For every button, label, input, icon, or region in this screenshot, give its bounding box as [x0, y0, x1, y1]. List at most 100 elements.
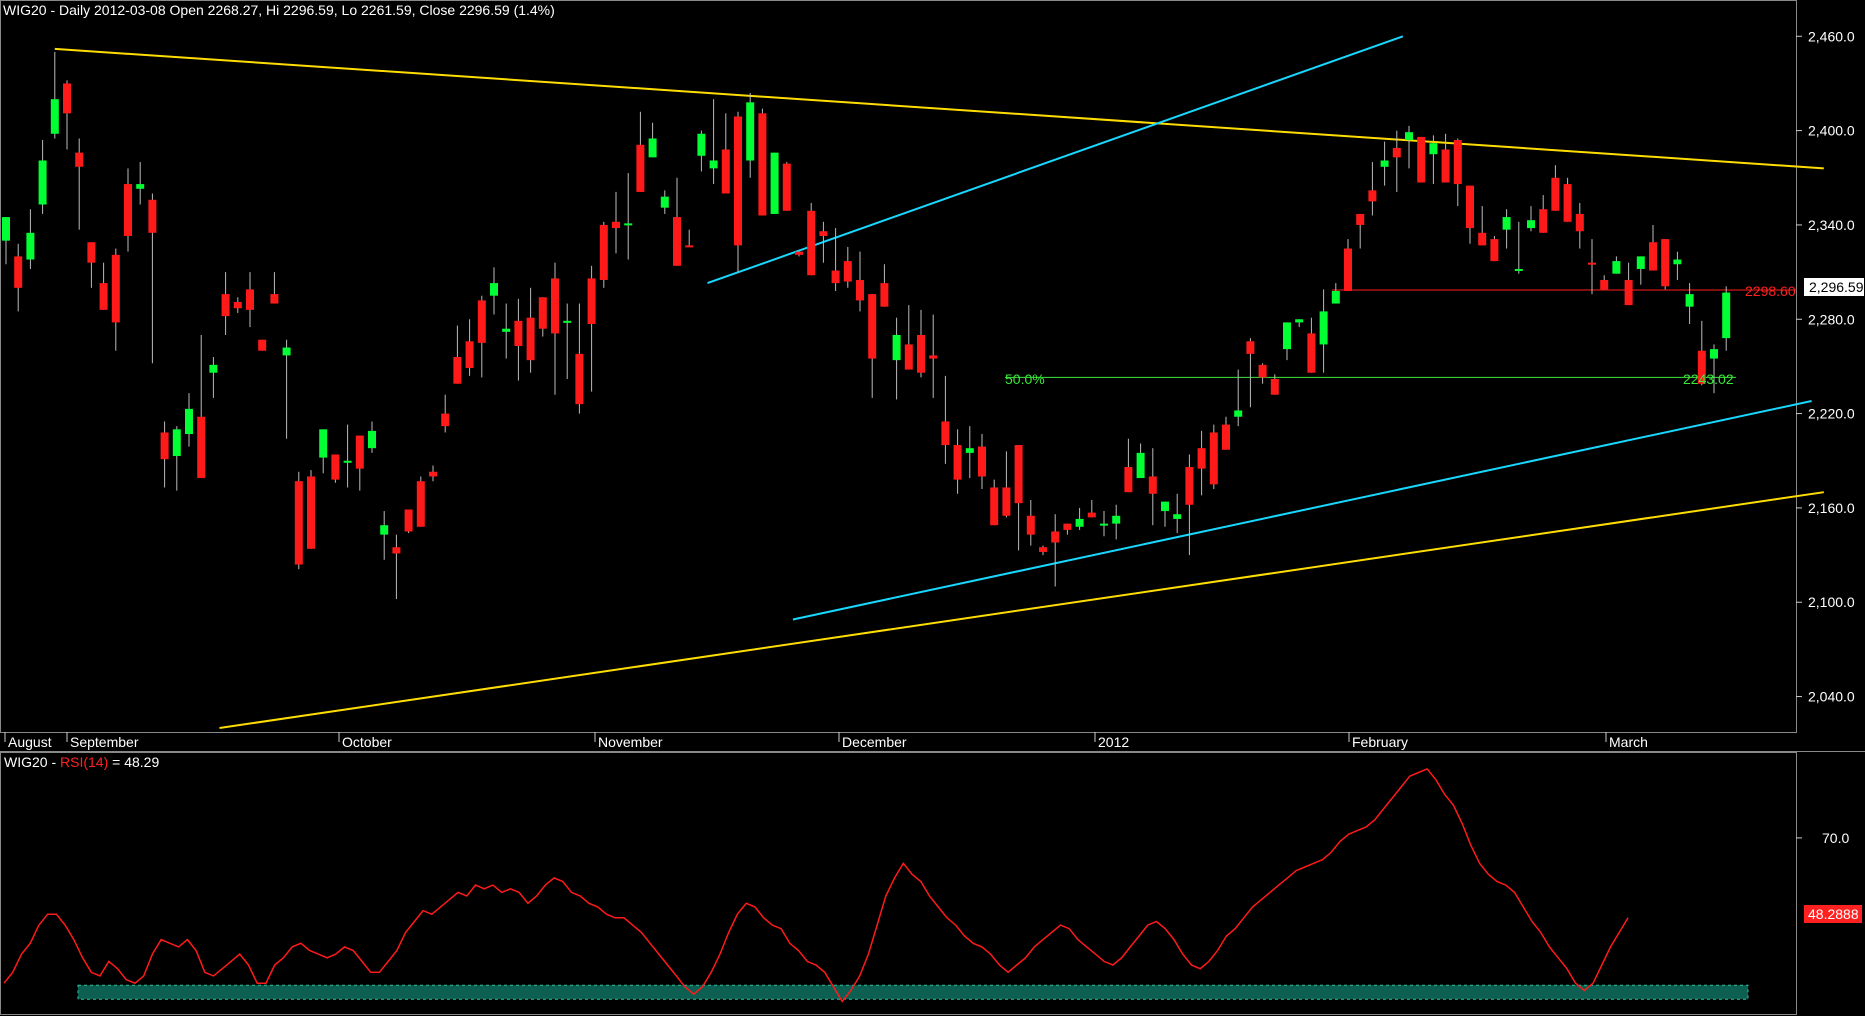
candle-body[interactable] — [233, 301, 242, 309]
candle-body[interactable] — [441, 413, 450, 427]
candle-body[interactable] — [868, 294, 877, 359]
candle-body[interactable] — [1551, 177, 1560, 211]
candle-body[interactable] — [355, 435, 364, 469]
candle-body[interactable] — [1539, 209, 1548, 233]
candle-body[interactable] — [1124, 467, 1133, 493]
candle-body[interactable] — [1392, 147, 1401, 158]
candle-body[interactable] — [575, 353, 584, 405]
candle-body[interactable] — [1136, 452, 1145, 479]
candle-body[interactable] — [538, 297, 547, 329]
candle-body[interactable] — [1600, 279, 1609, 290]
candle-body[interactable] — [904, 344, 913, 370]
candle-body[interactable] — [1527, 220, 1535, 229]
candle-body[interactable] — [831, 270, 840, 284]
candle-body[interactable] — [99, 283, 108, 310]
candle-body[interactable] — [160, 432, 169, 460]
rsi-value-tag[interactable]: 48.2888 — [1804, 905, 1862, 923]
candle-body[interactable] — [63, 83, 71, 114]
candle-body[interactable] — [1283, 322, 1291, 350]
candle-body[interactable] — [1331, 290, 1340, 304]
candle-body[interactable] — [416, 481, 425, 527]
candle-body[interactable] — [856, 279, 864, 301]
candle-body[interactable] — [209, 364, 218, 373]
candle-body[interactable] — [1112, 515, 1121, 524]
candle-body[interactable] — [1026, 515, 1035, 535]
candle-body[interactable] — [1575, 213, 1584, 232]
candle-body[interactable] — [965, 448, 974, 453]
candle-body[interactable] — [697, 133, 706, 156]
candle-body[interactable] — [136, 184, 145, 189]
candle-body[interactable] — [1453, 140, 1462, 185]
candle-body[interactable] — [1246, 341, 1255, 354]
candle-body[interactable] — [490, 283, 498, 296]
candle-body[interactable] — [892, 334, 901, 361]
candle-body[interactable] — [734, 116, 742, 246]
candle-body[interactable] — [1502, 217, 1511, 230]
candle-body[interactable] — [1161, 501, 1169, 512]
candle-body[interactable] — [612, 221, 620, 229]
candle-body[interactable] — [929, 355, 938, 359]
candle-body[interactable] — [660, 196, 669, 208]
candle-body[interactable] — [770, 152, 779, 214]
candle-body[interactable] — [1234, 410, 1243, 417]
candle-body[interactable] — [1100, 523, 1108, 526]
candle-body[interactable] — [941, 421, 950, 446]
candle-body[interactable] — [1588, 262, 1596, 265]
candle-body[interactable] — [1490, 239, 1499, 262]
candle-body[interactable] — [246, 289, 254, 310]
candle-body[interactable] — [978, 446, 986, 477]
candle-body[interactable] — [331, 454, 340, 480]
candle-body[interactable] — [75, 152, 84, 167]
candle-body[interactable] — [1636, 256, 1645, 269]
candle-body[interactable] — [307, 476, 315, 549]
candle-body[interactable] — [685, 245, 694, 248]
candle-body[interactable] — [1307, 333, 1316, 373]
candle-body[interactable] — [1624, 279, 1633, 306]
candle-body[interactable] — [1319, 311, 1328, 345]
candle-body[interactable] — [124, 184, 132, 236]
candle-body[interactable] — [514, 320, 523, 346]
candle-body[interactable] — [148, 199, 157, 233]
candle-body[interactable] — [1209, 432, 1218, 485]
candle-body[interactable] — [172, 429, 181, 457]
candle-body[interactable] — [392, 547, 401, 554]
candle-body[interactable] — [709, 160, 718, 169]
candle-body[interactable] — [953, 445, 962, 480]
candle-body[interactable] — [2, 217, 10, 241]
candle-body[interactable] — [38, 160, 47, 205]
candle-body[interactable] — [1039, 547, 1047, 552]
candle-body[interactable] — [1466, 185, 1474, 229]
candle-body[interactable] — [1380, 160, 1389, 167]
candle-body[interactable] — [1063, 523, 1072, 530]
candle-body[interactable] — [624, 223, 633, 226]
candle-body[interactable] — [1295, 319, 1304, 323]
candle-body[interactable] — [1514, 268, 1523, 271]
candle-body[interactable] — [1661, 239, 1670, 287]
candle-body[interactable] — [319, 429, 328, 458]
candle-body[interactable] — [453, 356, 462, 384]
candle-body[interactable] — [1685, 294, 1694, 307]
candle-body[interactable] — [563, 320, 572, 323]
candle-body[interactable] — [758, 113, 767, 216]
candle-body[interactable] — [26, 232, 35, 260]
candle-body[interactable] — [1356, 213, 1365, 225]
candle-body[interactable] — [1673, 259, 1682, 265]
candle-body[interactable] — [477, 300, 486, 343]
candle-body[interactable] — [880, 283, 889, 307]
candle-body[interactable] — [1197, 448, 1206, 469]
candle-body[interactable] — [1185, 467, 1194, 505]
candle-body[interactable] — [1014, 445, 1023, 504]
candle-body[interactable] — [917, 334, 925, 373]
candle-body[interactable] — [721, 149, 730, 194]
candle-body[interactable] — [294, 481, 303, 565]
candle-body[interactable] — [1173, 514, 1182, 519]
candle-body[interactable] — [1002, 487, 1011, 516]
candle-body[interactable] — [221, 294, 230, 317]
candle-body[interactable] — [111, 254, 120, 323]
candle-body[interactable] — [807, 210, 816, 276]
candle-body[interactable] — [551, 278, 559, 334]
candle-body[interactable] — [782, 163, 791, 211]
candle-body[interactable] — [1478, 232, 1487, 246]
candle-body[interactable] — [795, 251, 803, 255]
candle-body[interactable] — [587, 278, 596, 324]
